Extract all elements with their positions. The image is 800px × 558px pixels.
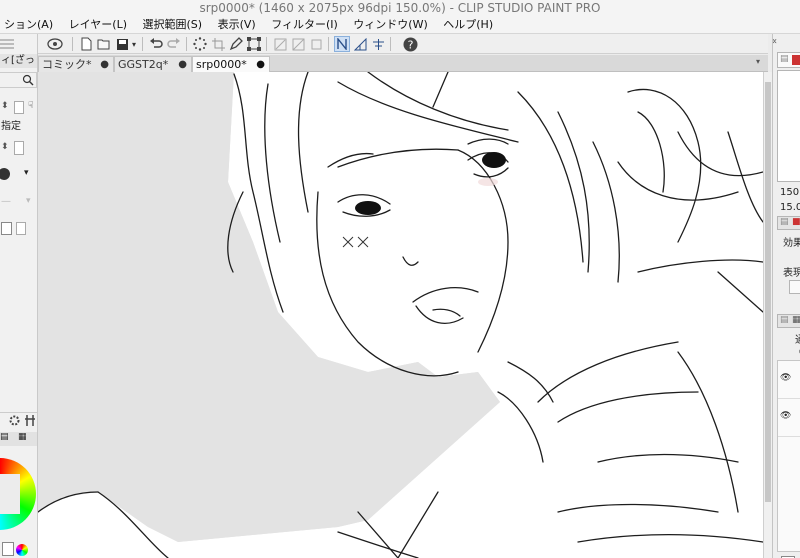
menu-animation[interactable]: ション(A) bbox=[0, 16, 59, 33]
modified-dot-icon: ● bbox=[178, 59, 187, 70]
open-icon[interactable] bbox=[96, 36, 112, 52]
tab-label: GGST2q* bbox=[118, 58, 169, 71]
effect-label: 効果 bbox=[783, 238, 800, 249]
menu-selection[interactable]: 選択範囲(S) bbox=[137, 16, 209, 33]
clear-icon[interactable] bbox=[272, 36, 288, 52]
pressure-icon[interactable]: ☟ bbox=[28, 101, 33, 111]
expression-dropdown[interactable] bbox=[789, 280, 800, 294]
search-icon[interactable] bbox=[22, 74, 34, 89]
brush-shape-row: ▾ bbox=[0, 166, 37, 184]
settings-icon[interactable] bbox=[8, 414, 21, 430]
ruler-snap-icon[interactable] bbox=[334, 36, 350, 52]
expression-label: 表現 bbox=[783, 268, 800, 279]
document-tabs: コミック* ● GGST2q* ● srp0000* ● ▾ bbox=[38, 55, 768, 72]
navigator-header: ▤ bbox=[777, 52, 800, 68]
color-set-tab-icon[interactable]: ▦ bbox=[18, 432, 27, 442]
layer-panel-header: ▤ ▦ bbox=[777, 314, 800, 328]
fill-icon[interactable] bbox=[290, 36, 306, 52]
eye-icon[interactable]: 👁 bbox=[780, 373, 791, 383]
window-title: srp0000* (1460 x 2075px 96dpi 150.0%) - … bbox=[0, 0, 800, 16]
crop-icon[interactable] bbox=[210, 36, 226, 52]
color-tab-icon[interactable]: ▤ bbox=[0, 432, 9, 442]
transform-icon[interactable] bbox=[246, 36, 262, 52]
disabled-row: — ▾ bbox=[0, 196, 37, 210]
layer-list: 👁 👁 bbox=[777, 360, 800, 552]
hue-icon[interactable] bbox=[16, 544, 28, 556]
dash-icon: — bbox=[1, 196, 11, 207]
collapse-panel-icon[interactable]: « bbox=[773, 36, 777, 47]
modified-dot-icon: ● bbox=[256, 59, 265, 70]
navigator-zoom-value[interactable]: 150.0 bbox=[780, 187, 800, 198]
layer-row[interactable]: 👁 bbox=[778, 399, 800, 437]
undo-icon[interactable] bbox=[148, 36, 164, 52]
menu-filter[interactable]: フィルター(I) bbox=[265, 16, 344, 33]
wrench-icon[interactable] bbox=[24, 414, 36, 430]
scrollbar-thumb[interactable] bbox=[765, 82, 771, 502]
color-wheel-center bbox=[0, 474, 20, 514]
pen-icon[interactable] bbox=[228, 36, 244, 52]
new-icon[interactable] bbox=[78, 36, 94, 52]
menu-help[interactable]: ヘルプ(H) bbox=[437, 16, 499, 33]
layer-search-tab-icon[interactable]: ▦ bbox=[792, 315, 800, 325]
tab-list-dropdown-icon[interactable]: ▾ bbox=[756, 57, 766, 69]
color-panel-tabs: ▤ ▦ bbox=[0, 432, 37, 446]
select-icon[interactable] bbox=[192, 36, 208, 52]
square-icon[interactable] bbox=[308, 36, 324, 52]
layer-tab-icon[interactable]: ▤ bbox=[780, 315, 789, 325]
menu-window[interactable]: ウィンドウ(W) bbox=[347, 16, 433, 33]
modified-dot-icon: ● bbox=[100, 59, 109, 70]
navigator-icon[interactable] bbox=[44, 36, 66, 52]
stepper-icon[interactable]: ⬍ bbox=[1, 101, 9, 111]
tab-ggst2q[interactable]: GGST2q* ● bbox=[114, 56, 192, 72]
menu-bar: ション(A) レイヤー(L) 選択範囲(S) 表示(V) フィルター(I) ウィ… bbox=[0, 16, 800, 34]
color-wheel[interactable] bbox=[0, 458, 36, 530]
artwork-canvas[interactable] bbox=[38, 72, 763, 558]
opacity-field[interactable] bbox=[14, 141, 24, 155]
save-icon[interactable] bbox=[114, 36, 130, 52]
eye-icon[interactable]: 👁 bbox=[780, 411, 791, 421]
stepper-icon[interactable]: ⬍ bbox=[1, 142, 9, 152]
chevron-down-icon[interactable]: ▾ bbox=[24, 168, 29, 178]
opacity-row: ⬍ bbox=[0, 140, 37, 158]
navigator-tab-icon[interactable]: ▤ bbox=[780, 54, 789, 64]
menu-view[interactable]: 表示(V) bbox=[212, 16, 262, 33]
paper-color-icon[interactable] bbox=[2, 542, 14, 556]
tool-tab-label[interactable]: ィ[ざっく] bbox=[0, 54, 37, 68]
size-row: ⬍ ☟ bbox=[0, 100, 37, 116]
layer-property-red-icon[interactable]: ■ bbox=[792, 217, 800, 227]
layer-property-tab-icon[interactable]: ▤ bbox=[780, 217, 789, 227]
navigator-preview[interactable] bbox=[777, 70, 800, 182]
tab-srp0000[interactable]: srp0000* ● bbox=[192, 56, 270, 72]
command-bar: ▾ ? bbox=[38, 34, 768, 54]
blend-mode-label[interactable]: 通 bbox=[795, 331, 800, 346]
mode-label: 指定 bbox=[1, 121, 21, 132]
layer-row[interactable]: 👁 bbox=[778, 361, 800, 399]
option-checkbox[interactable] bbox=[1, 222, 12, 235]
svg-text:?: ? bbox=[407, 38, 413, 51]
tab-label: srp0000* bbox=[196, 58, 247, 71]
chevron-down-icon: ▾ bbox=[26, 196, 31, 206]
grid-snap-icon[interactable] bbox=[370, 36, 386, 52]
navigator-red-icon[interactable] bbox=[792, 55, 800, 65]
tab-label: コミック* bbox=[42, 58, 92, 71]
ruler-icon[interactable] bbox=[352, 36, 368, 52]
menu-layer[interactable]: レイヤー(L) bbox=[63, 16, 133, 33]
panel-header bbox=[0, 36, 37, 52]
canvas-area[interactable] bbox=[38, 72, 763, 558]
checkbox-row bbox=[0, 220, 37, 238]
panel-footer bbox=[0, 412, 37, 430]
redo-icon[interactable] bbox=[166, 36, 182, 52]
right-panel: « ▤ 150.0 15.0 ▤ ■ 効果 表現 ▤ ▦ 通 ◊ 👁 👁 bbox=[772, 34, 800, 558]
tab-comic[interactable]: コミック* ● bbox=[38, 56, 114, 72]
brush-tip-icon bbox=[0, 168, 10, 180]
layer-property-header: ▤ ■ bbox=[777, 216, 800, 230]
tool-property-panel: ィ[ざっく] ⬍ ☟ 指定 ⬍ ▾ — ▾ ▤ ▦ bbox=[0, 34, 38, 558]
navigator-rotate-value[interactable]: 15.0 bbox=[780, 202, 800, 213]
size-field[interactable] bbox=[14, 101, 24, 114]
help-icon[interactable]: ? bbox=[400, 36, 420, 52]
value-field[interactable] bbox=[16, 222, 26, 235]
save-dropdown-icon[interactable]: ▾ bbox=[130, 36, 138, 52]
tool-name-row bbox=[0, 72, 37, 88]
canvas-vertical-scrollbar[interactable] bbox=[763, 72, 772, 558]
